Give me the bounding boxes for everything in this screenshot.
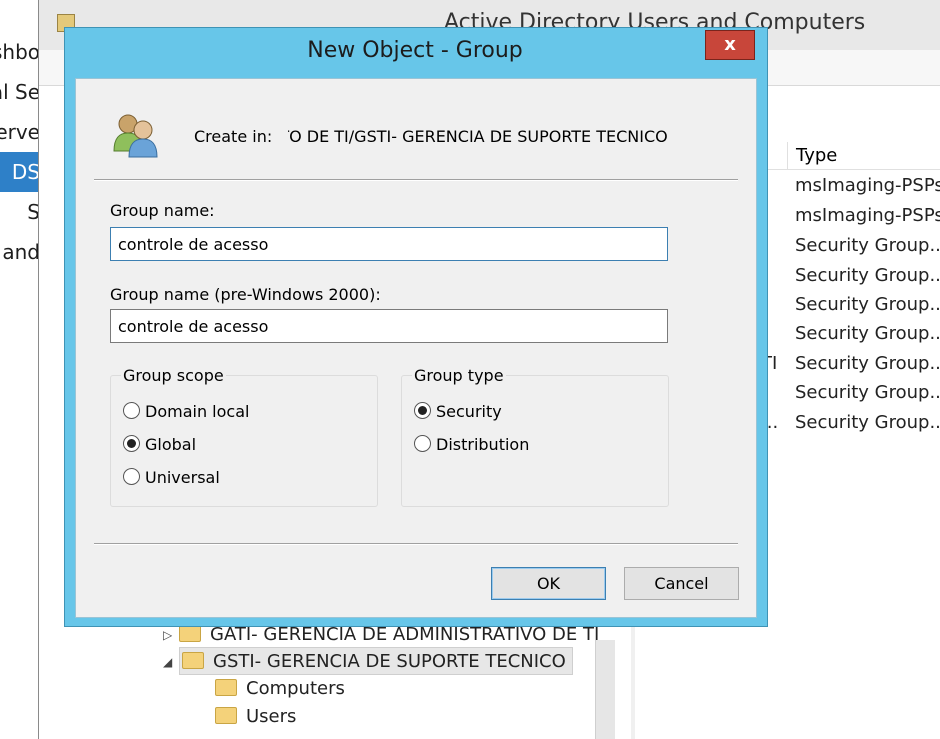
tree-node-gsti-selected[interactable]: GSTI- GERENCIA DE SUPORTE TECNICO	[179, 647, 573, 675]
group-type-legend: Group type	[412, 366, 506, 385]
group-name-label: Group name:	[110, 201, 215, 220]
list-row-type: Security Group...	[795, 412, 940, 433]
tree-node-computers[interactable]: Computers	[215, 675, 345, 703]
group-name-pre2000-input[interactable]	[110, 309, 668, 343]
folder-icon	[179, 624, 201, 642]
list-row-type: Security Group...	[795, 382, 940, 403]
close-icon: x	[724, 34, 736, 55]
tree-node-label: Users	[246, 706, 297, 727]
radio-button[interactable]	[414, 402, 431, 419]
list-row-type: Security Group...	[795, 294, 940, 315]
folder-icon	[215, 678, 237, 696]
radio-universal[interactable]: Universal	[123, 466, 220, 490]
group-scope-box: Group scope Domain local Global Universa…	[110, 366, 378, 507]
group-name-input[interactable]	[110, 227, 668, 261]
group-name-pre2000-label: Group name (pre-Windows 2000):	[110, 285, 381, 304]
tree-node-label: GATI- GERENCIA DE ADMINISTRATIVO DE TI	[210, 624, 600, 645]
tree-node-label: GSTI- GERENCIA DE SUPORTE TECNICO	[213, 651, 566, 672]
dialog-title: New Object - Group	[307, 38, 523, 63]
ok-button[interactable]: OK	[491, 567, 606, 600]
tree-node-users[interactable]: Users	[215, 703, 296, 731]
nav-item-label: Serve	[0, 120, 40, 144]
nav-item-file-storage[interactable]: and	[0, 232, 40, 272]
nav-item-label: DS	[11, 160, 40, 184]
nav-item-ad-ds[interactable]: DS	[0, 152, 40, 192]
list-row-type: Security Group...	[795, 323, 940, 344]
radio-button[interactable]	[123, 435, 140, 452]
nav-item-label: al Se	[0, 80, 40, 104]
folder-icon	[215, 706, 237, 724]
radio-label: Domain local	[145, 402, 250, 421]
nav-item-dashboard[interactable]: shbo	[0, 32, 40, 72]
nav-item-label: shbo	[0, 40, 40, 64]
close-button[interactable]: x	[705, 30, 755, 60]
nav-item-all-servers[interactable]: Serve	[0, 112, 40, 152]
radio-label: Security	[436, 402, 502, 421]
nav-item-dns[interactable]: S	[0, 192, 40, 232]
radio-security[interactable]: Security	[414, 400, 502, 424]
cancel-button[interactable]: Cancel	[624, 567, 739, 600]
nav-item-local-server[interactable]: al Se	[0, 72, 40, 112]
list-row-type: Security Group...	[795, 353, 940, 374]
radio-label: Global	[145, 435, 197, 454]
group-icon	[113, 114, 158, 158]
radio-label: Universal	[145, 468, 220, 487]
new-group-dialog: New Object - Group x Create in: DEPARTAM…	[64, 27, 768, 627]
list-row-type: msImaging-PSPs	[795, 205, 940, 226]
radio-global[interactable]: Global	[123, 433, 196, 457]
chevron-down-icon[interactable]: ◢	[163, 648, 179, 676]
radio-domain-local[interactable]: Domain local	[123, 400, 249, 424]
group-scope-legend: Group scope	[121, 366, 226, 385]
create-in-label: Create in:	[194, 127, 273, 146]
dialog-body: Create in: DEPARTAMENTO DE TI/GSTI- GERE…	[75, 78, 757, 618]
tree-node-label: Computers	[246, 678, 345, 699]
nav-item-label: and	[2, 240, 40, 264]
create-in-path-text: DEPARTAMENTO DE TI/GSTI- GERENCIA DE SUP…	[288, 127, 668, 146]
list-row-type: Security Group...	[795, 265, 940, 286]
list-row-type: msImaging-PSPs	[795, 175, 940, 196]
radio-button[interactable]	[123, 468, 140, 485]
list-row-type: Security Group...	[795, 235, 940, 256]
tree-scrollbar[interactable]	[595, 640, 615, 739]
divider	[94, 543, 738, 545]
folder-icon	[182, 651, 204, 669]
radio-distribution[interactable]: Distribution	[414, 433, 529, 457]
radio-button[interactable]	[414, 435, 431, 452]
column-header-type[interactable]: Type	[787, 142, 837, 170]
radio-label: Distribution	[436, 435, 530, 454]
group-type-box: Group type Security Distribution	[401, 366, 669, 507]
server-manager-nav: shbo al Se Serve DS S and	[0, 0, 40, 739]
divider	[94, 179, 738, 181]
tree-node-gsti[interactable]: ◢ GSTI- GERENCIA DE SUPORTE TECNICO	[163, 647, 573, 675]
radio-button[interactable]	[123, 402, 140, 419]
create-in-path: DEPARTAMENTO DE TI/GSTI- GERENCIA DE SUP…	[288, 127, 758, 146]
